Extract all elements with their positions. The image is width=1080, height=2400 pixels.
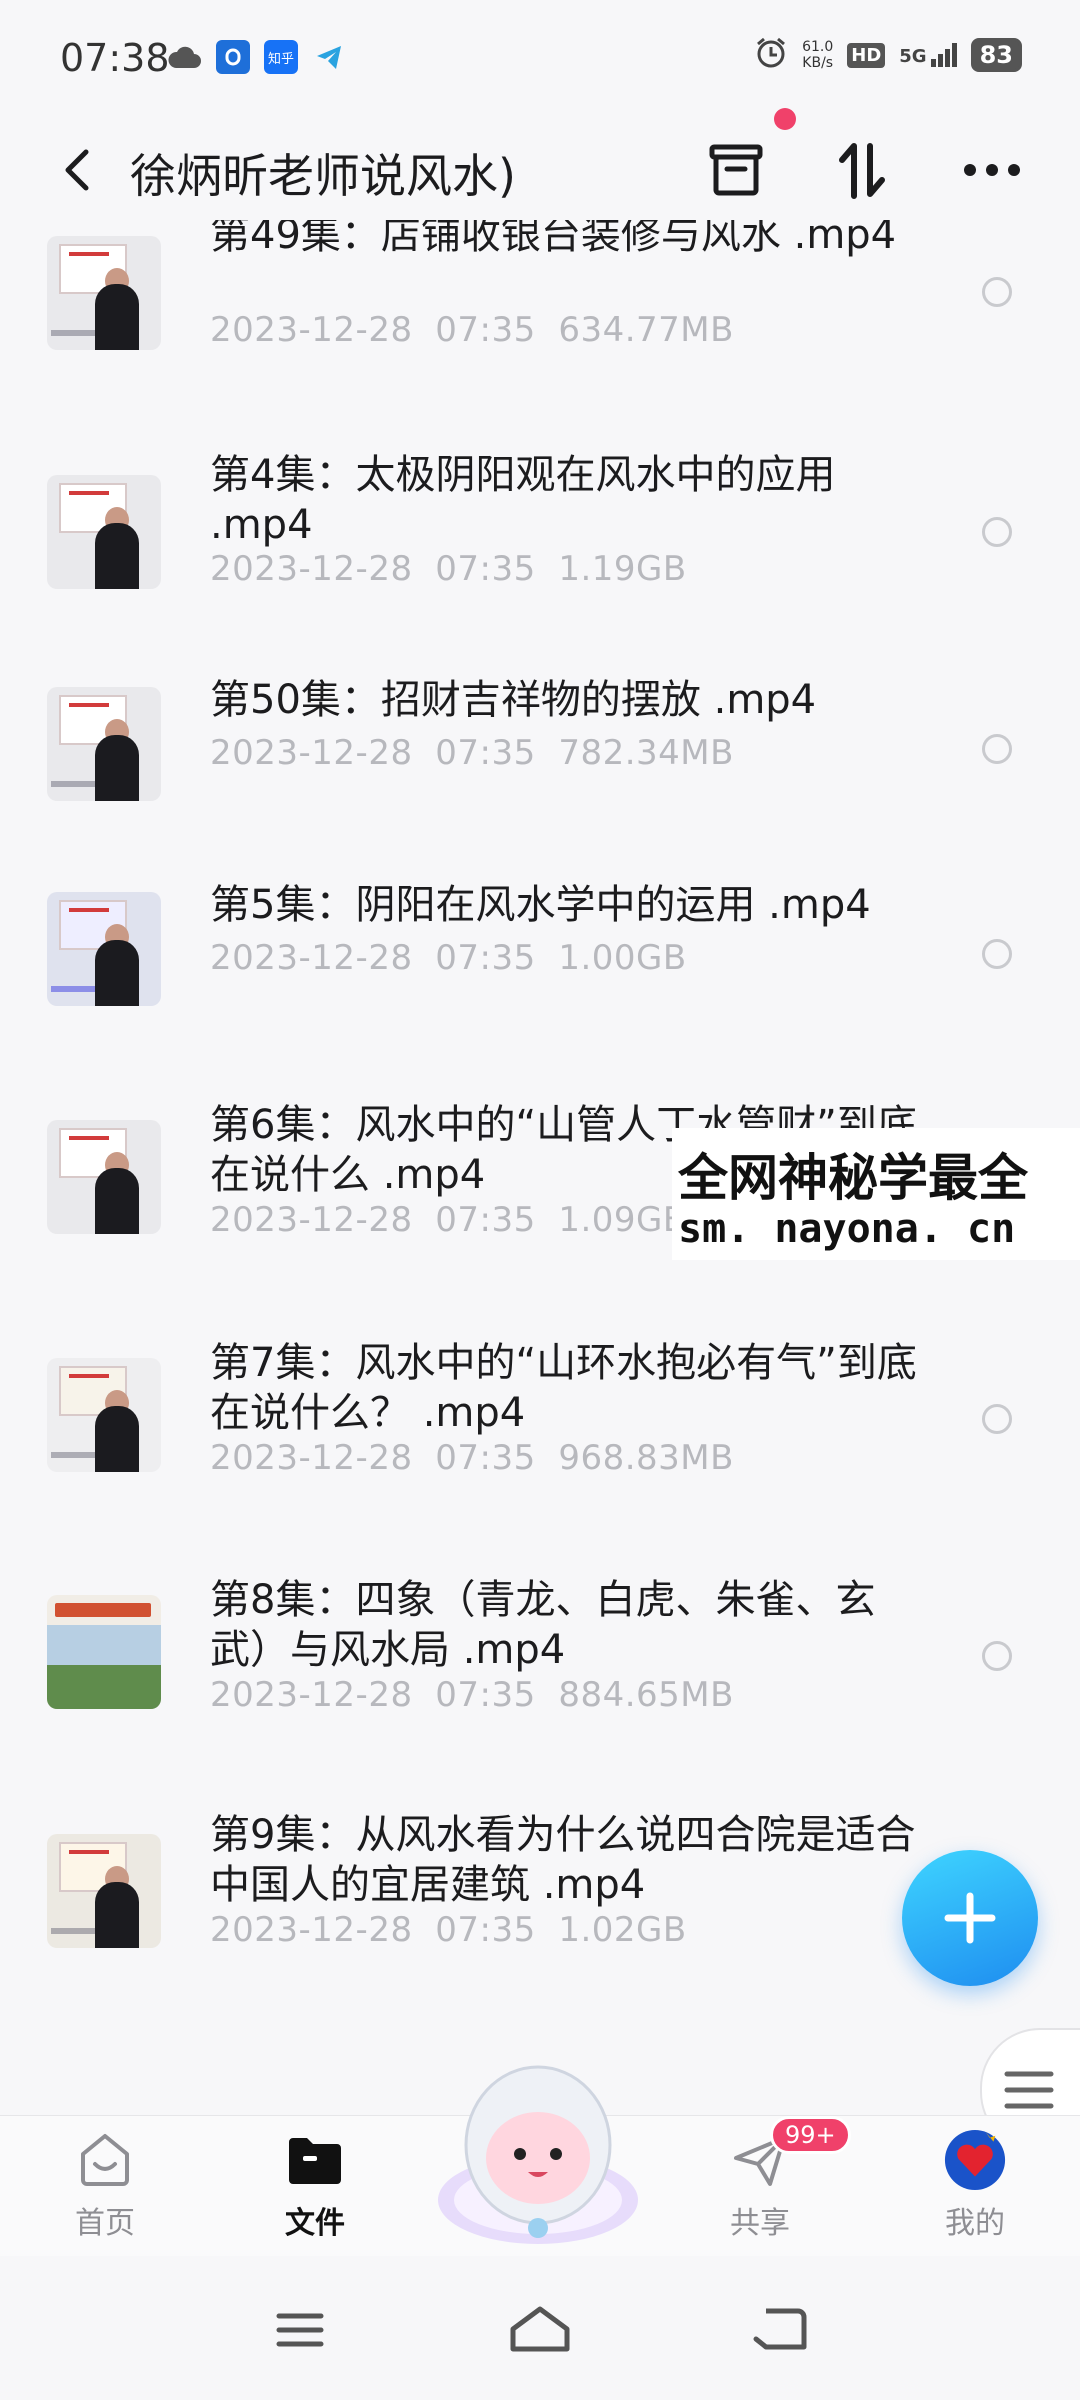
select-radio[interactable] xyxy=(982,1404,1012,1434)
nav-home-label: 首页 xyxy=(75,2206,135,2241)
mascot-icon xyxy=(438,2065,638,2244)
recent-apps-button[interactable] xyxy=(265,2300,335,2360)
select-radio[interactable] xyxy=(982,277,1012,307)
file-title: 第5集：阴阳在风水学中的运用 .mp4 xyxy=(210,882,871,928)
file-title: 第7集：风水中的“山环水抱必有气”到底在说什么？ .mp4 xyxy=(210,1340,917,1436)
select-radio[interactable] xyxy=(982,517,1012,547)
list-item[interactable]: 第7集：风水中的“山环水抱必有气”到底在说什么？ .mp4 2023-12-28… xyxy=(0,1338,1080,1538)
file-title: 第9集：从风水看为什么说四合院是适合中国人的宜居建筑 .mp4 xyxy=(210,1812,916,1908)
status-right: 61.0 KB/s HD 5G 83 xyxy=(754,36,1022,74)
network-label: 5G xyxy=(899,46,927,67)
file-meta: 2023-12-28 07:35 1.02GB xyxy=(210,1910,687,1950)
video-thumbnail xyxy=(47,1120,161,1234)
status-bar: 07:38 知乎 61.0 KB/s HD 5G 83 xyxy=(0,0,1080,120)
folder-icon xyxy=(283,2128,347,2192)
more-icon xyxy=(964,164,1020,176)
net-speed: 61.0 KB/s xyxy=(802,39,833,71)
home-outline-icon xyxy=(510,2306,570,2352)
back-arrow-icon xyxy=(65,149,89,191)
nav-mine[interactable]: 我的 xyxy=(915,2128,1035,2242)
zhihu-label: 知乎 xyxy=(267,51,294,67)
archive-icon xyxy=(709,144,763,196)
file-meta: 2023-12-28 07:35 782.34MB xyxy=(210,733,734,773)
archive-button[interactable] xyxy=(700,134,772,206)
list-item[interactable]: 第5集：阴阳在风水学中的运用 .mp4 2023-12-28 07:35 1.0… xyxy=(0,880,1080,1040)
menu-lines-icon xyxy=(276,2313,324,2347)
nav-files[interactable]: 文件 xyxy=(255,2128,375,2242)
list-item[interactable]: 第50集：招财吉祥物的摆放 .mp4 2023-12-28 07:35 782.… xyxy=(0,675,1080,835)
file-title: 第8集：四象（青龙、白虎、朱雀、玄武）与风水局 .mp4 xyxy=(210,1577,876,1673)
add-button[interactable] xyxy=(902,1850,1038,1986)
notification-icons: 知乎 xyxy=(168,40,346,74)
share-badge: 99+ xyxy=(770,2116,851,2154)
watermark-line2: sm. nayona. cn xyxy=(678,1206,1016,1252)
telegram-icon xyxy=(312,40,346,74)
video-thumbnail xyxy=(47,1595,161,1709)
home-system-button[interactable] xyxy=(505,2300,575,2360)
file-meta: 2023-12-28 07:35 634.77MB xyxy=(210,310,734,350)
back-button[interactable] xyxy=(52,142,108,198)
notification-dot xyxy=(774,108,796,130)
file-title: 第50集：招财吉祥物的摆放 .mp4 xyxy=(210,677,817,723)
battery-indicator: 83 xyxy=(970,38,1022,72)
file-title: 第4集：太极阴阳观在风水中的应用 .mp4 xyxy=(210,452,836,548)
file-meta: 2023-12-28 07:35 1.09GB xyxy=(210,1200,687,1240)
file-meta: 2023-12-28 07:35 968.83MB xyxy=(210,1438,734,1478)
video-thumbnail xyxy=(47,687,161,801)
status-time: 07:38 xyxy=(60,36,170,80)
avatar xyxy=(943,2128,1007,2192)
video-thumbnail xyxy=(47,475,161,589)
hd-badge: HD xyxy=(847,42,886,68)
more-button[interactable] xyxy=(956,134,1028,206)
page-title: 徐炳昕老师说风水) xyxy=(130,149,516,203)
back-system-button[interactable] xyxy=(745,2300,815,2360)
sort-button[interactable] xyxy=(826,134,898,206)
video-thumbnail xyxy=(47,1834,161,1948)
watermark-line1: 全网神秘学最全 xyxy=(678,1149,1028,1207)
video-thumbnail xyxy=(47,892,161,1006)
nav-files-label: 文件 xyxy=(285,2206,345,2241)
alarm-icon xyxy=(754,36,788,74)
nav-home[interactable]: 首页 xyxy=(45,2128,165,2242)
back-system-icon xyxy=(753,2308,807,2350)
nav-mine-label: 我的 xyxy=(945,2206,1005,2241)
select-radio[interactable] xyxy=(982,939,1012,969)
list-item[interactable]: 第8集：四象（青龙、白虎、朱雀、玄武）与风水局 .mp4 2023-12-28 … xyxy=(0,1575,1080,1775)
mascot-assistant-button[interactable] xyxy=(428,2050,648,2250)
paper-plane-icon: 99+ xyxy=(728,2116,851,2192)
nav-share[interactable]: 99+ 共享 xyxy=(700,2116,851,2242)
app-header: 徐炳昕老师说风水) xyxy=(0,120,1080,220)
nav-share-label: 共享 xyxy=(730,2206,790,2241)
signal-icon: 5G xyxy=(899,43,957,67)
video-thumbnail xyxy=(47,236,161,350)
file-meta: 2023-12-28 07:35 1.19GB xyxy=(210,549,687,589)
zhihu-icon: 知乎 xyxy=(264,40,298,74)
select-radio[interactable] xyxy=(982,1641,1012,1671)
watermark-overlay: 全网神秘学最全 sm. nayona. cn xyxy=(672,1128,1080,1260)
net-speed-unit: KB/s xyxy=(802,55,834,71)
select-radio[interactable] xyxy=(982,734,1012,764)
list-item[interactable]: 第4集：太极阴阳观在风水中的应用 .mp4 2023-12-28 07:35 1… xyxy=(0,425,1080,625)
net-speed-value: 61.0 xyxy=(802,39,834,55)
home-icon xyxy=(73,2128,137,2192)
file-meta: 2023-12-28 07:35 1.00GB xyxy=(210,938,687,978)
menu-icon xyxy=(1004,2071,1054,2109)
list-item[interactable]: 第49集：店铺收银台装修与风水 .mp4 2023-12-28 07:35 63… xyxy=(0,220,1080,400)
sort-icon xyxy=(839,143,885,199)
video-thumbnail xyxy=(47,1358,161,1472)
system-nav-bar xyxy=(0,2260,1080,2400)
cloud-icon xyxy=(168,40,202,74)
qq-icon xyxy=(216,40,250,74)
file-title: 第49集：店铺收银台装修与风水 .mp4 xyxy=(210,220,897,258)
file-meta: 2023-12-28 07:35 884.65MB xyxy=(210,1675,734,1715)
plus-icon xyxy=(944,1892,996,1944)
